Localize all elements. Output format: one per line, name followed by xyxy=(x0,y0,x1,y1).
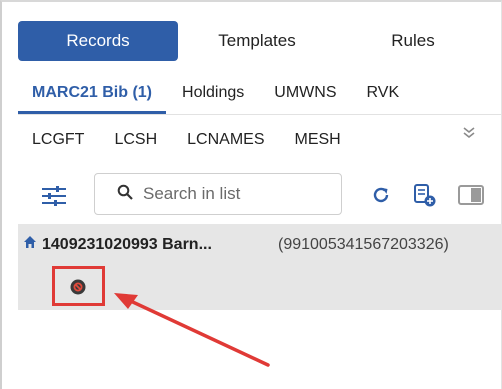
tab-lcsh[interactable]: LCSH xyxy=(114,131,157,149)
tab-divider xyxy=(18,114,502,115)
profile-tab-row-1: MARC21 Bib (1) Holdings UMWNS RVK xyxy=(18,76,488,114)
tab-marc21-bib[interactable]: MARC21 Bib (1) xyxy=(18,76,167,114)
search-input[interactable] xyxy=(143,184,323,204)
profile-tab-row-2: LCGFT LCSH LCNAMES MESH xyxy=(32,128,492,152)
new-record-icon[interactable] xyxy=(412,182,438,208)
chevron-double-down-icon[interactable] xyxy=(459,126,479,146)
tab-lcnames[interactable]: LCNAMES xyxy=(187,131,264,149)
top-tab-bar: Records Templates Rules xyxy=(18,21,490,61)
tab-mesh[interactable]: MESH xyxy=(295,131,341,149)
search-icon xyxy=(117,184,133,205)
tab-rules[interactable]: Rules xyxy=(336,21,490,61)
sliders-icon[interactable] xyxy=(40,184,68,208)
refresh-icon[interactable] xyxy=(370,184,392,206)
search-field[interactable] xyxy=(94,173,342,215)
home-icon xyxy=(23,235,37,249)
record-id: (991005341567203326) xyxy=(278,236,449,253)
tab-records[interactable]: Records xyxy=(18,21,178,61)
record-title[interactable]: 1409231020993 Barn... xyxy=(42,236,212,254)
tab-umwns[interactable]: UMWNS xyxy=(274,76,336,114)
tab-rvk[interactable]: RVK xyxy=(367,76,400,114)
tab-templates[interactable]: Templates xyxy=(178,21,336,61)
highlight-box xyxy=(52,266,105,306)
toggle-view-icon[interactable] xyxy=(458,185,484,205)
tab-lcgft[interactable]: LCGFT xyxy=(32,131,84,149)
tab-holdings[interactable]: Holdings xyxy=(182,76,244,114)
